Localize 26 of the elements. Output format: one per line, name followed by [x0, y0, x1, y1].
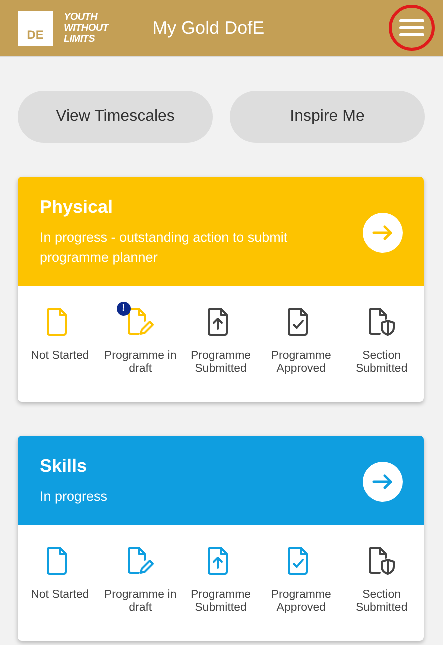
app-title: My Gold DofE: [152, 18, 266, 38]
open-section-button[interactable]: [363, 462, 403, 502]
section-title: Physical: [40, 197, 114, 218]
action-button[interactable]: Inspire Me: [230, 91, 425, 143]
logo-tagline: YOUTH WITHOUT LIMITS: [64, 12, 109, 44]
stage-label: Programme Submitted: [190, 589, 252, 615]
section-title: Skills: [40, 456, 88, 477]
section-status: In progress - outstanding action to submit programme planner: [40, 229, 289, 267]
open-section-button[interactable]: [363, 212, 403, 252]
stage-label: Programme Submitted: [190, 350, 252, 376]
arrow-right-icon: [372, 224, 394, 240]
stage-label: Section Submitted: [354, 589, 409, 615]
logo-mark: DE: [18, 10, 53, 46]
stage-label: Not Started: [31, 350, 90, 363]
stage-label: Not Started: [31, 589, 90, 602]
stage-label: Section Submitted: [354, 350, 409, 376]
menu-button[interactable]: [389, 5, 435, 51]
stage-label: Programme Approved: [270, 350, 332, 376]
stage-label: Programme Approved: [270, 589, 332, 615]
alert-badge: !: [116, 302, 131, 316]
stage-label: Programme in draft: [104, 589, 178, 615]
action-button[interactable]: View Timescales: [18, 91, 213, 143]
menu-icon: [399, 18, 425, 38]
section-status: In progress: [40, 488, 109, 506]
arrow-right-icon: [372, 474, 394, 490]
stage-label: Programme in draft: [104, 350, 178, 376]
